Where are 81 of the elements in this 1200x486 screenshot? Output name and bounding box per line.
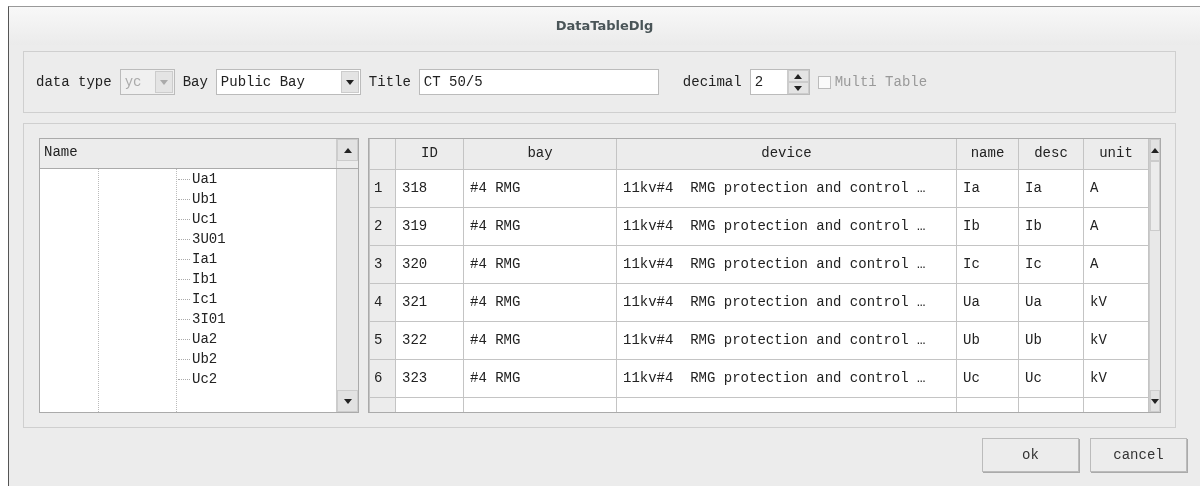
dialog-button[interactable]: cancel xyxy=(1090,438,1187,472)
field-label: Title xyxy=(368,72,411,92)
tree-item[interactable]: Ub2 xyxy=(192,352,218,366)
dropdown[interactable]: Public Bay xyxy=(215,69,361,95)
table-cell: Uc xyxy=(963,369,980,386)
table-cell: Ia xyxy=(963,179,980,196)
table-cell: Ub xyxy=(1025,331,1042,348)
row-number: 5 xyxy=(374,331,383,348)
row-number: 2 xyxy=(374,217,383,234)
down-arrow-icon xyxy=(1151,398,1159,404)
table-cell: 318 xyxy=(402,179,428,196)
table-cell: Ub xyxy=(963,331,980,348)
table-cell: kV xyxy=(1090,369,1107,386)
table-cell: 11kv#4 RMG protection and control … xyxy=(623,369,926,386)
table-cell: kV xyxy=(1090,293,1107,310)
row-number: 6 xyxy=(374,369,383,386)
table-cell: 11kv#4 RMG protection and control … xyxy=(623,331,926,348)
table-cell: 11kv#4 RMG protection and control … xyxy=(623,255,926,272)
caret-icon xyxy=(159,79,168,85)
row-number: 3 xyxy=(374,255,383,272)
column-header[interactable]: device xyxy=(761,145,812,162)
tree-item[interactable]: Ia1 xyxy=(192,252,218,266)
down-arrow-icon xyxy=(343,398,352,404)
tree-item[interactable]: Ub1 xyxy=(192,192,218,206)
tree-item[interactable]: 3I01 xyxy=(192,312,226,326)
table-cell: #4 RMG xyxy=(470,255,521,272)
table-cell: Ib xyxy=(1025,217,1042,234)
tree-item[interactable]: Ua2 xyxy=(192,332,218,346)
field-label: Bay xyxy=(182,72,208,92)
up-arrow-icon xyxy=(794,73,803,79)
caret-icon xyxy=(345,79,354,85)
table-cell: Ib xyxy=(963,217,980,234)
tree-item[interactable]: 3U01 xyxy=(192,232,226,246)
scroll-up-button[interactable] xyxy=(1150,139,1160,161)
spin-box[interactable]: 2 xyxy=(749,69,810,95)
table-cell: #4 RMG xyxy=(470,179,521,196)
table-cell: Ic xyxy=(963,255,980,272)
table-cell: A xyxy=(1090,179,1099,196)
table-cell: 11kv#4 RMG protection and control … xyxy=(623,293,926,310)
tree-item[interactable]: Ua1 xyxy=(192,172,218,186)
table-cell: Ua xyxy=(963,293,980,310)
field-label: data type xyxy=(36,72,112,92)
tree-item[interactable]: Uc1 xyxy=(192,212,218,226)
table-cell: 322 xyxy=(402,331,428,348)
table-cell: 11kv#4 RMG protection and control … xyxy=(623,179,926,196)
up-arrow-icon xyxy=(1151,147,1159,153)
tree-item[interactable]: Ib1 xyxy=(192,272,218,286)
scroll-down-button[interactable] xyxy=(1150,390,1160,412)
table-cell: 321 xyxy=(402,293,428,310)
table-cell: 320 xyxy=(402,255,428,272)
table-cell: Ua xyxy=(1025,293,1042,310)
scroll-up-button[interactable] xyxy=(337,139,358,161)
table-cell: Ic xyxy=(1025,255,1042,272)
table-cell: 11kv#4 RMG protection and control … xyxy=(623,217,926,234)
table-cell: #4 RMG xyxy=(470,217,521,234)
table-cell: 319 xyxy=(402,217,428,234)
scroll-down-button[interactable] xyxy=(337,390,358,412)
input-field[interactable]: CT 50/5 xyxy=(418,69,659,95)
table-cell: A xyxy=(1090,255,1099,272)
column-header: Name xyxy=(43,143,79,162)
table-cell: #4 RMG xyxy=(470,369,521,386)
tree-item[interactable]: Uc2 xyxy=(192,372,218,386)
table-cell: #4 RMG xyxy=(470,293,521,310)
column-header[interactable]: bay xyxy=(527,145,553,162)
column-header[interactable]: ID xyxy=(421,145,438,162)
down-arrow-icon xyxy=(794,85,803,91)
table-cell: kV xyxy=(1090,331,1107,348)
row-number: 1 xyxy=(374,179,383,196)
table-cell: 323 xyxy=(402,369,428,386)
table-cell: Uc xyxy=(1025,369,1042,386)
dialog-button[interactable]: ok xyxy=(982,438,1079,472)
window-title: DataTableDlg xyxy=(555,17,654,36)
table-cell: A xyxy=(1090,217,1099,234)
field-label: decimal xyxy=(682,72,742,92)
table-cell: Ia xyxy=(1025,179,1042,196)
tree-item[interactable]: Ic1 xyxy=(192,292,218,306)
scrollbar-thumb[interactable] xyxy=(1150,161,1160,231)
up-arrow-icon xyxy=(343,147,352,153)
row-number: 4 xyxy=(374,293,383,310)
table-cell: #4 RMG xyxy=(470,331,521,348)
checkbox-label: Multi Table xyxy=(834,72,928,92)
